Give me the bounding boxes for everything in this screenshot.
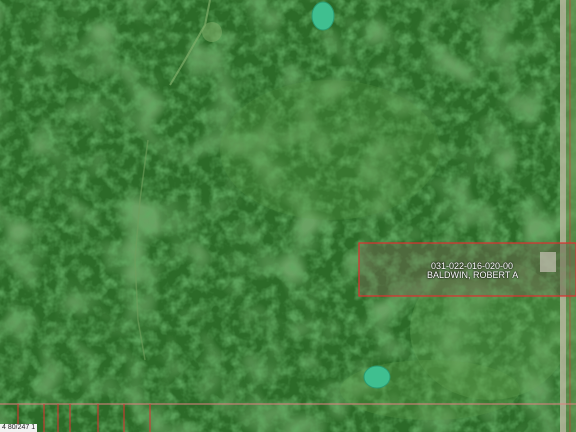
parcel-baldwin[interactable]: [358, 242, 576, 297]
clearing-center: [220, 80, 440, 220]
road-shoulder: [566, 0, 576, 432]
building: [540, 252, 556, 272]
trail-clearing: [202, 22, 222, 42]
aerial-map[interactable]: [0, 0, 576, 432]
clearing-south: [340, 360, 520, 420]
pond-north[interactable]: [311, 1, 335, 31]
pond-south[interactable]: [363, 365, 391, 389]
road-east: [560, 0, 566, 432]
corner-label: 4 80/247 1: [0, 424, 38, 432]
